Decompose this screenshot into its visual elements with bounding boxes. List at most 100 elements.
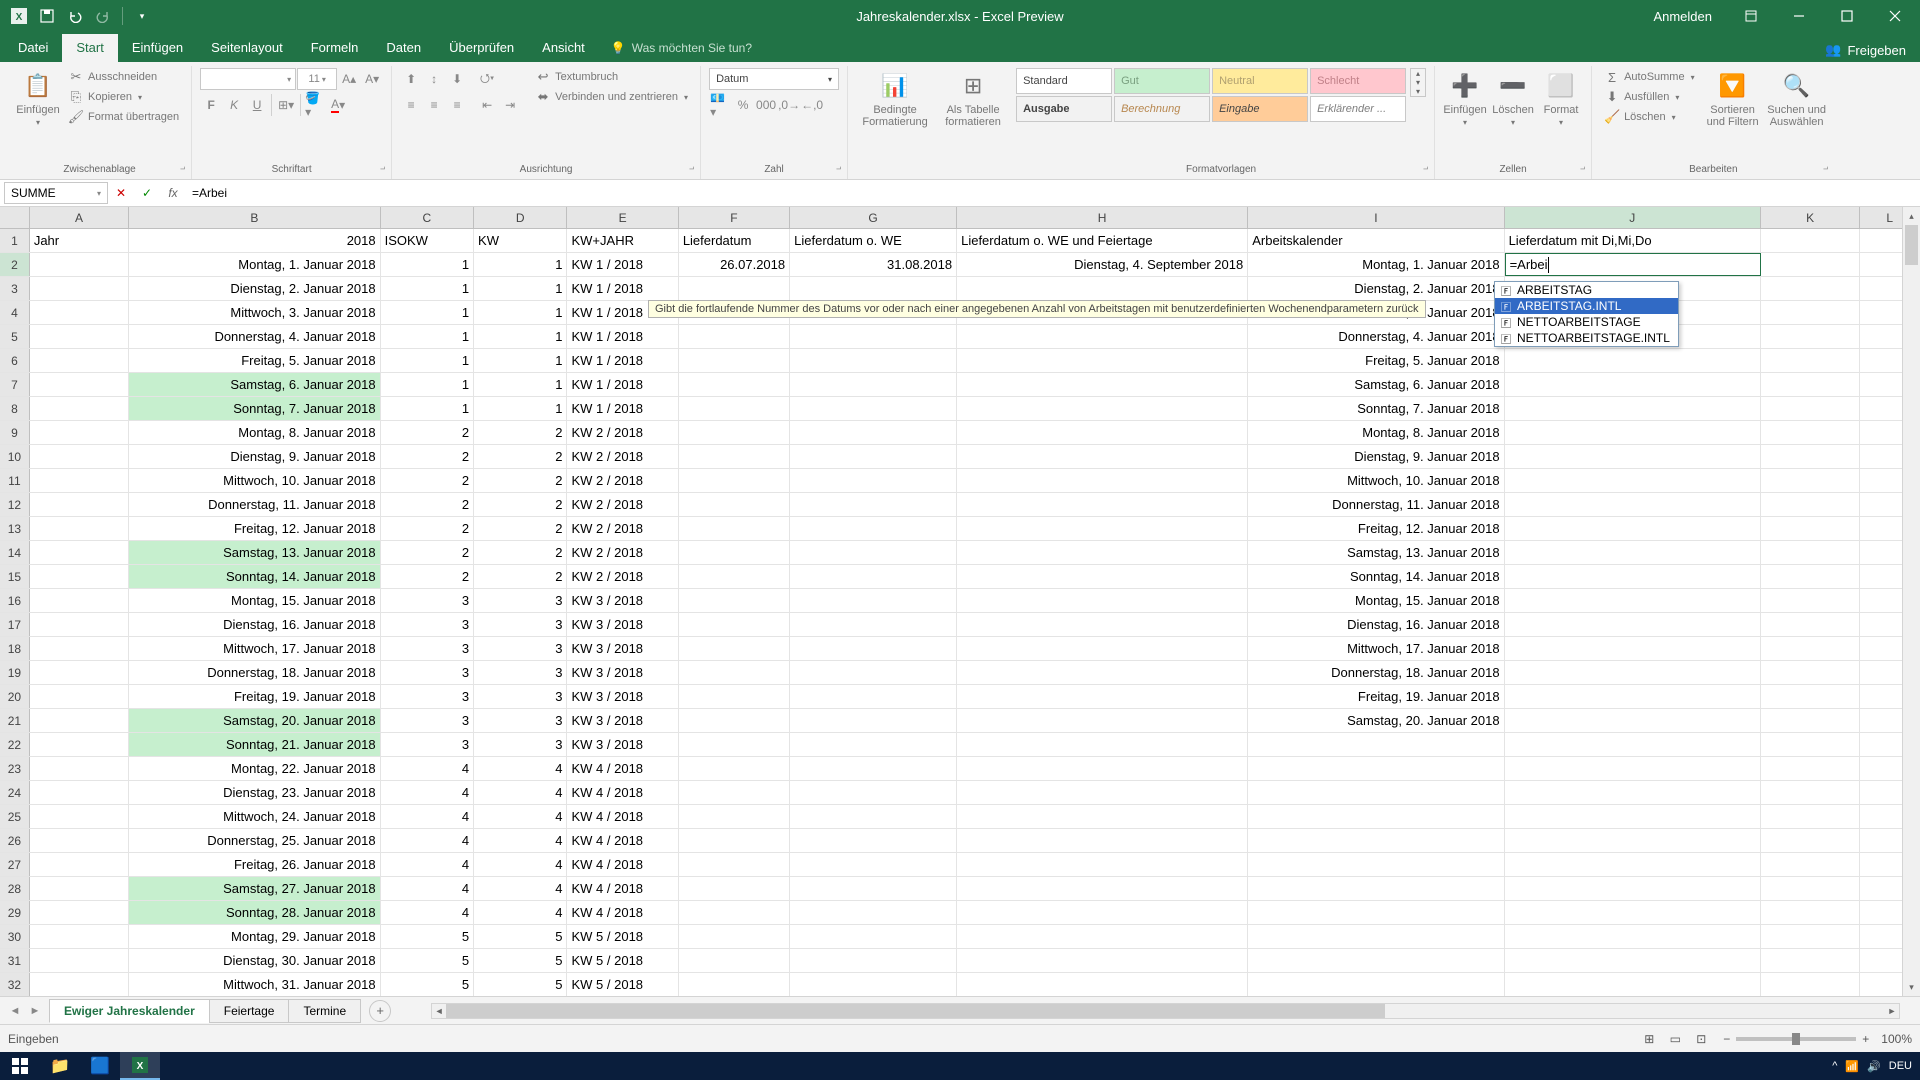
cancel-formula-icon[interactable]: ✕ [108, 182, 134, 204]
col-header-J[interactable]: J [1505, 207, 1761, 228]
cell[interactable] [30, 469, 129, 492]
align-bottom-icon[interactable]: ⬇ [446, 68, 468, 90]
scroll-right-icon[interactable]: ► [1885, 1004, 1899, 1018]
zoom-out-icon[interactable]: − [1723, 1032, 1730, 1046]
cell[interactable] [30, 517, 129, 540]
cell[interactable]: 2 [381, 565, 474, 588]
cell[interactable] [790, 757, 957, 780]
cell[interactable] [1761, 373, 1860, 396]
autocomplete-item[interactable]: 🄵ARBEITSTAG [1495, 282, 1678, 298]
cell[interactable] [30, 325, 129, 348]
cell[interactable]: KW 5 / 2018 [567, 949, 678, 972]
cell[interactable]: Montag, 15. Januar 2018 [129, 589, 380, 612]
cell[interactable] [957, 685, 1248, 708]
cell[interactable] [679, 973, 790, 996]
cell[interactable]: 3 [474, 709, 567, 732]
cell[interactable] [790, 829, 957, 852]
cell[interactable]: Dienstag, 9. Januar 2018 [129, 445, 380, 468]
cell[interactable] [30, 253, 129, 276]
view-normal-icon[interactable]: ⊞ [1637, 1029, 1661, 1049]
cell[interactable] [30, 685, 129, 708]
cell[interactable] [1761, 325, 1860, 348]
cell[interactable] [30, 709, 129, 732]
cell[interactable] [790, 421, 957, 444]
col-header-I[interactable]: I [1248, 207, 1504, 228]
col-header-H[interactable]: H [957, 207, 1248, 228]
cell[interactable]: 3 [474, 661, 567, 684]
cell[interactable] [1505, 469, 1761, 492]
cell[interactable] [1761, 925, 1860, 948]
cell[interactable]: KW 2 / 2018 [567, 469, 678, 492]
cell[interactable]: Dienstag, 16. Januar 2018 [129, 613, 380, 636]
cell[interactable] [30, 493, 129, 516]
cell[interactable]: KW 4 / 2018 [567, 853, 678, 876]
cell[interactable]: Dienstag, 2. Januar 2018 [1248, 277, 1504, 300]
tab-formulas[interactable]: Formeln [297, 34, 373, 62]
decrease-indent-icon[interactable]: ⇤ [476, 94, 498, 116]
maximize-icon[interactable] [1824, 0, 1870, 32]
cell[interactable] [957, 925, 1248, 948]
cell[interactable]: KW 3 / 2018 [567, 637, 678, 660]
cell[interactable] [679, 805, 790, 828]
cell[interactable]: Samstag, 13. Januar 2018 [1248, 541, 1504, 564]
cell[interactable]: KW 1 / 2018 [567, 373, 678, 396]
cell[interactable] [679, 925, 790, 948]
cell[interactable] [957, 469, 1248, 492]
cell[interactable] [957, 565, 1248, 588]
cell[interactable]: Donnerstag, 18. Januar 2018 [1248, 661, 1504, 684]
cell[interactable] [679, 733, 790, 756]
merge-center-button[interactable]: ⬌Verbinden und zentrieren▾ [531, 88, 692, 106]
col-header-B[interactable]: B [129, 207, 380, 228]
cell[interactable] [1505, 949, 1761, 972]
cell[interactable] [790, 589, 957, 612]
cell[interactable] [790, 949, 957, 972]
row-header[interactable]: 3 [0, 277, 30, 300]
cell[interactable]: Dienstag, 30. Januar 2018 [129, 949, 380, 972]
style-erklaerend[interactable]: Erklärender ... [1310, 96, 1406, 122]
font-size-select[interactable]: 11▾ [297, 68, 337, 90]
cell[interactable]: KW 1 / 2018 [567, 397, 678, 420]
col-header-A[interactable]: A [30, 207, 129, 228]
cell[interactable] [1505, 637, 1761, 660]
cell[interactable] [30, 877, 129, 900]
cell[interactable] [790, 685, 957, 708]
cell[interactable] [1761, 517, 1860, 540]
cell[interactable] [957, 805, 1248, 828]
tray-network-icon[interactable]: 📶 [1845, 1060, 1859, 1073]
cell[interactable] [1248, 757, 1504, 780]
cell[interactable] [957, 733, 1248, 756]
cut-button[interactable]: ✂Ausschneiden [64, 68, 183, 86]
cell[interactable] [957, 949, 1248, 972]
cell[interactable]: Freitag, 5. Januar 2018 [1248, 349, 1504, 372]
cell[interactable] [1248, 853, 1504, 876]
cell[interactable]: Donnerstag, 11. Januar 2018 [129, 493, 380, 516]
cell[interactable] [790, 613, 957, 636]
cell[interactable]: 2 [474, 517, 567, 540]
view-pagelayout-icon[interactable]: ▭ [1663, 1029, 1687, 1049]
cell[interactable] [1505, 493, 1761, 516]
cell[interactable]: 1 [474, 373, 567, 396]
col-header-D[interactable]: D [474, 207, 567, 228]
cell[interactable]: 3 [381, 589, 474, 612]
font-color-button[interactable]: A▾ [327, 94, 349, 116]
autocomplete-item[interactable]: 🄵NETTOARBEITSTAGE.INTL [1495, 330, 1678, 346]
cell[interactable]: 2 [474, 469, 567, 492]
cell[interactable]: Mittwoch, 31. Januar 2018 [129, 973, 380, 996]
cell[interactable]: Samstag, 6. Januar 2018 [129, 373, 380, 396]
cell[interactable] [957, 853, 1248, 876]
border-button[interactable]: ⊞▾ [275, 94, 297, 116]
cell[interactable]: KW 3 / 2018 [567, 709, 678, 732]
cell[interactable] [1761, 253, 1860, 276]
close-icon[interactable] [1872, 0, 1918, 32]
cell[interactable] [1248, 805, 1504, 828]
cell[interactable]: KW 2 / 2018 [567, 541, 678, 564]
cell[interactable]: KW+JAHR [567, 229, 678, 252]
fill-button[interactable]: ⬇Ausfüllen▾ [1600, 88, 1699, 106]
cell[interactable]: Arbeitskalender [1248, 229, 1504, 252]
row-header[interactable]: 18 [0, 637, 30, 660]
fill-color-button[interactable]: 🪣▾ [304, 94, 326, 116]
cell[interactable]: 4 [474, 877, 567, 900]
cell[interactable]: 4 [474, 901, 567, 924]
tab-file[interactable]: Datei [4, 34, 62, 62]
cell[interactable] [957, 877, 1248, 900]
